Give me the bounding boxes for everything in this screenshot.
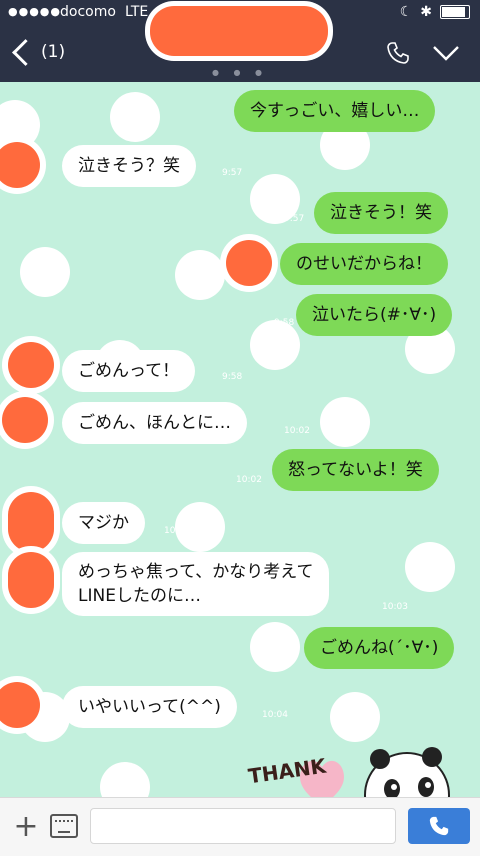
plus-icon: + [13, 808, 39, 844]
outgoing-message[interactable]: のせいだからね！ [280, 243, 448, 285]
chat-header: ●●●●● docomo LTE ☾ ✱ (1) ● ● ● [0, 0, 480, 82]
avatar[interactable] [2, 397, 48, 443]
incoming-message[interactable]: めっちゃ焦って、かなり考えて LINEしたのに… [62, 552, 330, 616]
incoming-message[interactable]: いやいいって(^^) [62, 686, 237, 728]
battery-icon [440, 5, 470, 19]
message-time: 10:02 [284, 426, 310, 436]
incoming-message[interactable]: 泣きそう？笑 [62, 145, 196, 187]
call-button[interactable] [380, 38, 416, 68]
avatar[interactable] [8, 342, 54, 388]
keyboard-button[interactable] [50, 814, 78, 838]
outgoing-message[interactable]: 泣いたら(#･∀･) [296, 294, 453, 336]
incoming-message[interactable]: ごめんって！ [62, 350, 196, 392]
redacted-contact-name [150, 6, 328, 56]
avatar[interactable] [0, 142, 40, 188]
network-label: LTE [125, 4, 149, 20]
chat-area[interactable]: 今すっごい、嬉しい… 泣きそう？笑 9:57 9:57 泣きそう！笑 のせいだか… [0, 82, 480, 797]
moon-icon: ☾ [399, 4, 413, 20]
message-time: 10:02 [236, 475, 262, 485]
background-dot [250, 622, 300, 672]
background-dot [110, 92, 160, 142]
message-input-bar: + [0, 797, 480, 856]
chevron-down-icon [433, 46, 459, 61]
message-time: 9:58 [222, 372, 243, 382]
avatar[interactable] [8, 552, 54, 608]
sticker-thank[interactable]: THANK [242, 737, 452, 797]
bluetooth-icon: ✱ [420, 4, 432, 20]
carrier-label: docomo [60, 4, 116, 20]
phone-icon [387, 42, 409, 64]
outgoing-message[interactable]: 今すっごい、嬉しい… [234, 90, 436, 132]
message-time: 10:03 [382, 602, 408, 612]
incoming-message[interactable]: ごめん、ほんとに… [62, 402, 247, 444]
background-dot [100, 762, 150, 797]
avatar[interactable] [226, 240, 272, 286]
message-time: 10:04 [262, 710, 288, 720]
background-dot [405, 542, 455, 592]
message-time: 9:58 [274, 318, 295, 328]
unread-count: (1) [41, 42, 66, 62]
plus-button[interactable]: + [12, 809, 40, 844]
chevron-left-icon [12, 38, 39, 66]
background-dot [330, 692, 380, 742]
avatar[interactable] [8, 492, 54, 552]
background-dot [20, 247, 70, 297]
message-time: 10:03 [164, 526, 190, 536]
background-dot [320, 397, 370, 447]
phone-send-icon [429, 816, 449, 836]
outgoing-message[interactable]: 怒ってないよ！笑 [272, 449, 439, 491]
send-button[interactable] [408, 808, 470, 844]
signal-icon: ●●●●● [8, 5, 61, 18]
outgoing-message[interactable]: ごめんね(´･∀･) [304, 627, 455, 669]
message-time: 9:57 [222, 168, 243, 178]
message-time: 9:57 [284, 214, 305, 224]
page-indicator: ● ● ● [211, 68, 269, 77]
menu-button[interactable] [428, 38, 464, 68]
message-input[interactable] [90, 808, 396, 844]
back-button[interactable]: (1) [10, 34, 76, 70]
incoming-message[interactable]: マジか [62, 502, 145, 544]
background-dot [175, 250, 225, 300]
outgoing-message[interactable]: 泣きそう！笑 [314, 192, 448, 234]
